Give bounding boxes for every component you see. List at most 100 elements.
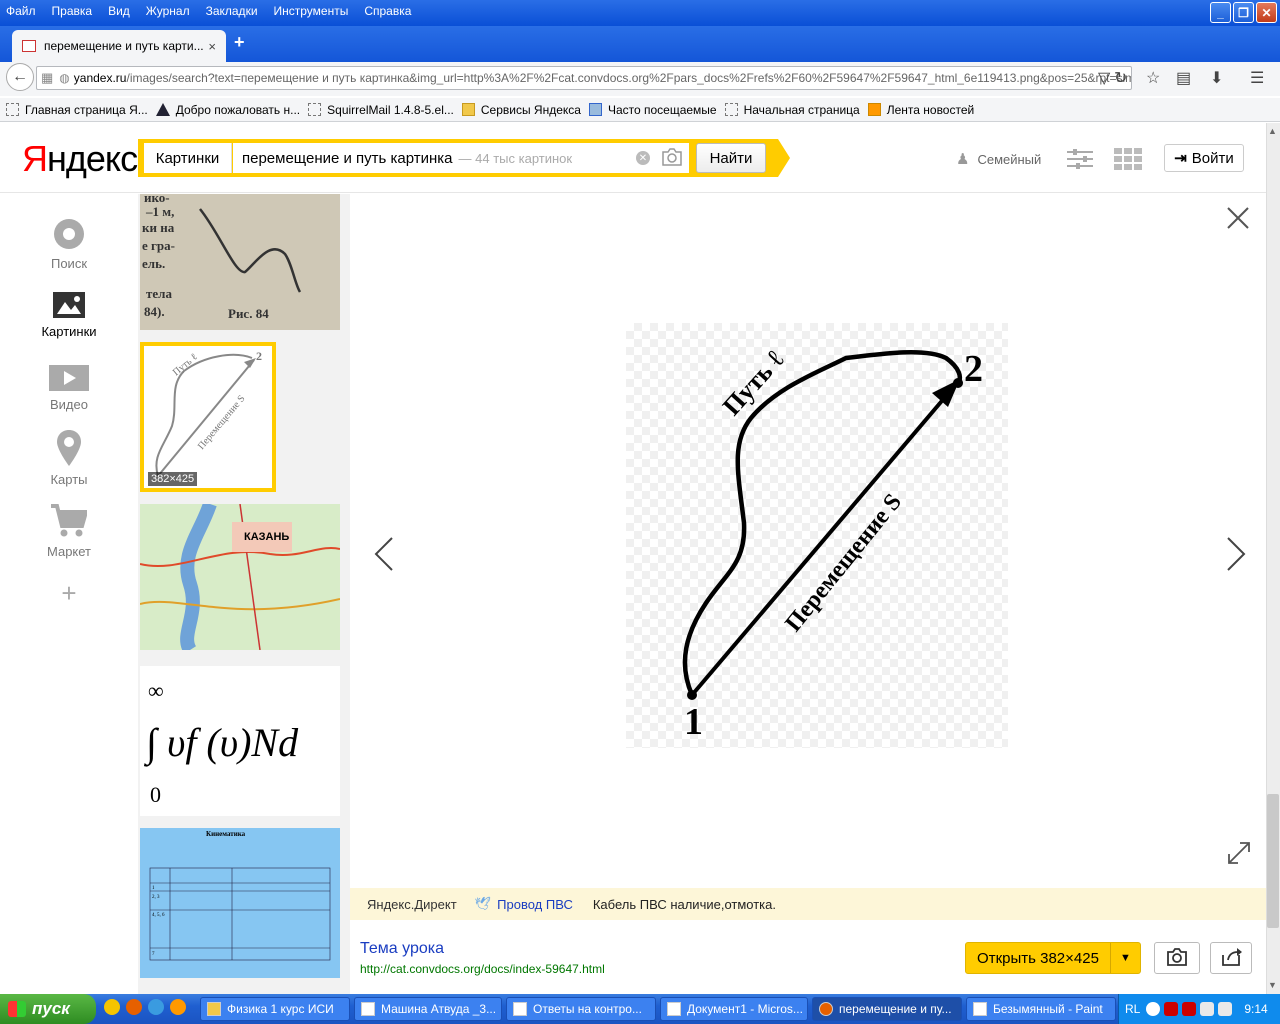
new-tab-button[interactable]: + (234, 32, 245, 53)
thumbnail-image[interactable]: КАЗАНЬ (140, 504, 340, 650)
back-button[interactable]: ← (6, 63, 34, 91)
maximize-button[interactable]: ❐ (1233, 2, 1254, 23)
camera-search-icon[interactable] (661, 147, 683, 167)
browser-tab[interactable]: перемещение и путь карти... × (12, 30, 226, 62)
textbook-photo: ико- –1 м, ки на е гра- ель. тела 84). Р… (140, 194, 340, 330)
service-label: Карты (50, 472, 88, 487)
dropdown-arrow-icon[interactable]: ▽ (1098, 68, 1110, 88)
logo-rest: ндекс (47, 138, 138, 179)
taskbar-item[interactable]: Безымянный - Paint (966, 997, 1116, 1021)
taskbar-item[interactable]: Ответы на контро... (506, 997, 656, 1021)
start-button[interactable]: пуск (0, 994, 96, 1024)
search-input[interactable]: перемещение и путь картинка — 44 тыс кар… (233, 143, 689, 173)
star-icon[interactable]: ☆ (1146, 68, 1160, 88)
grid-view-icon[interactable] (1114, 148, 1142, 170)
bookmark-item[interactable]: Лента новостей (867, 102, 975, 117)
filters-icon[interactable] (1066, 148, 1094, 170)
source-url-link[interactable]: http://cat.convdocs.org/docs/index-59647… (360, 962, 605, 976)
share-button[interactable] (1210, 942, 1252, 974)
service-images[interactable]: Картинки (20, 292, 118, 339)
menu-file[interactable]: Файл (6, 4, 36, 18)
bookmarks-list-icon[interactable]: ▤ (1176, 68, 1191, 88)
hamburger-menu-icon[interactable]: ☰ (1250, 68, 1264, 88)
find-button[interactable]: Найти (696, 143, 766, 173)
page-icon (6, 103, 19, 116)
thumbnail-selected[interactable]: Путь ℓ Перемещение S 2 382×425 (140, 342, 276, 492)
service-more[interactable]: + (20, 578, 118, 609)
video-icon (49, 365, 89, 391)
next-image-arrow-icon[interactable] (1226, 536, 1248, 572)
cart-icon (51, 504, 87, 537)
bookmark-label: Добро пожаловать н... (175, 102, 301, 117)
taskbar-item[interactable]: Физика 1 курс ИСИ (200, 997, 350, 1021)
taskbar-item-active[interactable]: перемещение и пу... (812, 997, 962, 1021)
flash-icon[interactable] (1182, 1002, 1197, 1016)
scrollbar-thumb[interactable] (1267, 794, 1279, 928)
bookmark-item[interactable]: Главная страница Я... (6, 103, 148, 117)
displacement-vector (690, 387, 954, 697)
family-filter-label: Семейный (977, 151, 1042, 167)
acrobat-icon[interactable] (1164, 1002, 1179, 1016)
search-by-image-button[interactable] (1154, 942, 1200, 974)
thumbnail-image[interactable]: ∞ ∫ υf (υ)Nd 0 (140, 666, 340, 816)
source-title-link[interactable]: Тема урока (360, 940, 444, 958)
service-market[interactable]: Маркет (20, 504, 118, 559)
yandex-logo[interactable]: Яндекс (22, 138, 138, 180)
ie-icon[interactable] (148, 999, 164, 1015)
bookmark-item[interactable]: Начальная страница (724, 103, 860, 117)
bookmark-item[interactable]: Часто посещаемые (588, 103, 717, 117)
tray-icon[interactable] (1146, 1002, 1161, 1016)
yandex-browser-icon[interactable] (104, 999, 120, 1015)
minimize-button[interactable]: _ (1210, 2, 1231, 23)
taskbar-item-label: Безымянный - Paint (993, 1002, 1103, 1016)
scroll-down-icon[interactable]: ▼ (1268, 980, 1277, 990)
previous-image-arrow-icon[interactable] (372, 536, 394, 572)
thumb-text: ∞ (148, 678, 164, 703)
system-tray: RL 9:14 (1118, 994, 1280, 1024)
menu-bookmarks[interactable]: Закладки (206, 4, 258, 18)
app-icon[interactable] (170, 999, 186, 1015)
taskbar-item[interactable]: Документ1 - Micros... (660, 997, 808, 1021)
bookmark-item[interactable]: SquirrelMail 1.4.8-5.el... (308, 103, 454, 117)
network-icon[interactable] (1200, 1002, 1215, 1016)
menu-tools[interactable]: Инструменты (274, 4, 349, 18)
thumbnail-image[interactable]: Кинематика 1 2, 3 4, 5, 6 7 (140, 828, 340, 978)
login-button[interactable]: ⇥ Войти (1164, 144, 1244, 172)
language-indicator[interactable]: RL (1125, 1002, 1140, 1016)
taskbar-item[interactable]: Машина Атвуда _3... (354, 997, 502, 1021)
ad-link[interactable]: 🕊 Провод ПВС (475, 896, 573, 912)
camera-search-icon (1167, 948, 1187, 966)
menu-history[interactable]: Журнал (146, 4, 190, 18)
open-image-button[interactable]: Открыть 382×425 ▼ (965, 942, 1141, 974)
bookmark-item[interactable]: Добро пожаловать н... (155, 102, 301, 117)
close-viewer-icon[interactable] (1226, 206, 1250, 230)
ad-text[interactable]: Кабель ПВС наличие,отмотка. (593, 897, 776, 912)
expand-icon[interactable] (1226, 840, 1252, 866)
menu-help[interactable]: Справка (364, 4, 411, 18)
thumb-text: 4, 5, 6 (152, 913, 165, 918)
direct-label[interactable]: Яндекс.Директ (367, 897, 457, 912)
folder-icon (461, 103, 475, 116)
ad-link-label: Провод ПВС (497, 896, 573, 912)
search-service-label[interactable]: Картинки (144, 143, 232, 173)
menu-view[interactable]: Вид (108, 4, 130, 18)
service-maps[interactable]: Карты (20, 430, 118, 487)
firefox-icon[interactable] (126, 999, 142, 1015)
thumbnail-image[interactable]: ико- –1 м, ки на е гра- ель. тела 84). Р… (140, 194, 340, 330)
chevron-down-icon[interactable]: ▼ (1110, 943, 1140, 973)
service-search[interactable]: Поиск (20, 218, 118, 271)
bookmark-label: Лента новостей (886, 102, 975, 117)
tab-close-icon[interactable]: × (208, 39, 216, 54)
download-icon[interactable]: ⬇ (1210, 68, 1223, 88)
scroll-up-icon[interactable]: ▲ (1268, 126, 1277, 136)
bookmark-item[interactable]: Сервисы Яндекса (461, 103, 581, 117)
service-video[interactable]: Видео (20, 365, 118, 412)
reload-icon[interactable]: ↻ (1114, 68, 1127, 88)
close-window-button[interactable]: ✕ (1256, 2, 1277, 23)
address-bar[interactable]: ▦ ◍ yandex.ru/images/search?text=перемещ… (36, 66, 1132, 90)
volume-icon[interactable] (1218, 1002, 1233, 1016)
thumbnail-strip[interactable]: ико- –1 м, ки на е гра- ель. тела 84). Р… (138, 194, 350, 994)
family-filter[interactable]: ♟ Семейный (956, 150, 1041, 168)
menu-edit[interactable]: Правка (52, 4, 93, 18)
clear-search-icon[interactable]: ✕ (636, 151, 650, 165)
